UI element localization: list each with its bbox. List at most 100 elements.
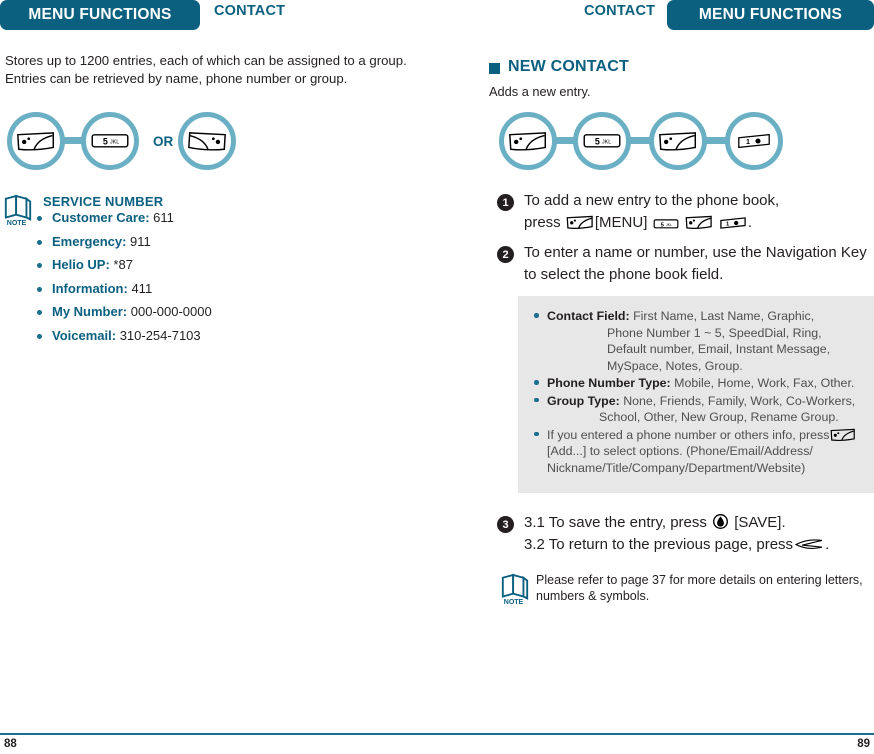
service-value: 911: [130, 233, 151, 249]
key-circle-5jkl: 5 JKL: [81, 112, 139, 170]
right-soft-key-icon: [188, 131, 226, 151]
footer-rule: [0, 733, 874, 735]
left-soft-key-icon: [17, 131, 54, 151]
page-number-left: 88: [4, 738, 17, 750]
step-1-line2-suffix: .: [747, 214, 753, 231]
svg-text:5: 5: [595, 137, 600, 147]
detail-cont: MySpace, Notes, Group.: [607, 358, 743, 373]
number-key-5-icon: 5 JKL: [91, 134, 129, 148]
step-1-line1: To add a new entry to the phone book,: [524, 192, 780, 209]
section-title-label: NEW CONTACT: [508, 58, 629, 75]
list-item: Contact Field: First Name, Last Name, Gr…: [534, 308, 870, 374]
step-2-text: To enter a name or number, use the Navig…: [524, 242, 874, 286]
left-key-sequence: 5 JKL OR: [5, 112, 245, 178]
service-label: Emergency:: [52, 233, 127, 249]
right-key-sequence: 5 JKL 1: [497, 112, 797, 178]
step-2-line1: To enter a name or number, use the Navig…: [524, 244, 867, 261]
note-book-icon: NOTE: [501, 573, 529, 606]
number-key-5-icon: 5 JKL: [583, 134, 621, 148]
service-value: *87: [113, 257, 133, 273]
detail-label: Phone Number Type:: [547, 376, 671, 390]
key-connector: [704, 137, 726, 144]
list-item: Information: 411: [37, 280, 212, 296]
page-number-right: 89: [857, 738, 870, 750]
left-intro-text: Stores up to 1200 entries, each of which…: [5, 53, 407, 86]
service-label: Customer Care:: [52, 210, 150, 225]
service-label: Information:: [52, 280, 128, 296]
note-book-icon: NOTE: [4, 194, 32, 227]
section-subtitle: Adds a new entry.: [489, 84, 591, 99]
service-number-list: Customer Care: 611 Emergency: 911 Helio …: [37, 211, 212, 353]
detail-cont: Default number, Email, Instant Message,: [607, 342, 831, 356]
key-circle-left-soft-1: [499, 112, 557, 170]
detail-value: If you entered a phone number or others …: [547, 427, 830, 442]
manual-spread: MENU FUNCTIONS CONTACT Stores up to 1200…: [0, 0, 874, 754]
left-header-bar-label: MENU FUNCTIONS: [28, 6, 172, 23]
list-item: Phone Number Type: Mobile, Home, Work, F…: [534, 375, 870, 392]
svg-text:5: 5: [103, 137, 108, 147]
section-title: NEW CONTACT: [489, 58, 629, 76]
back-clear-key-icon: [794, 539, 823, 549]
right-header-bar: MENU FUNCTIONS: [667, 0, 874, 30]
step-number-1: 1: [497, 194, 514, 211]
detail-cont: [Add...] to select options. (Phone/Email…: [547, 444, 813, 458]
detail-cont: Nickname/Title/Company/Department/Websit…: [547, 460, 806, 475]
detail-value: First Name, Last Name, Graphic,: [633, 309, 815, 323]
svg-text:JKL: JKL: [666, 223, 672, 227]
service-number-title: SERVICE NUMBER: [43, 194, 164, 209]
step-1-line2-prefix: press: [524, 214, 561, 231]
detail-value: None, Friends, Family, Work, Co-Workers,: [623, 393, 856, 408]
key-circle-1: 1: [725, 112, 783, 170]
left-soft-key-icon: [566, 215, 593, 229]
step-number-3-label: 3: [502, 518, 509, 531]
detail-cont: Phone Number 1 ~ 5, SpeedDial, Ring,: [607, 325, 822, 340]
key-circle-left-soft-2: [649, 112, 707, 170]
detail-label: Group Type:: [547, 393, 620, 408]
ok-select-key-icon: [713, 514, 729, 529]
right-header-bar-label: MENU FUNCTIONS: [698, 6, 843, 23]
left-header-side-label: CONTACT: [214, 3, 286, 19]
service-value: 411: [131, 280, 153, 296]
list-item: Customer Care: 611: [37, 211, 212, 225]
list-item: My Number: 000-000-0000: [37, 305, 212, 319]
key-circle-left-soft: [7, 112, 65, 170]
step-1-text: To add a new entry to the phone book, pr…: [524, 190, 874, 234]
service-label: My Number:: [52, 304, 128, 320]
left-soft-key-icon: [509, 131, 546, 151]
step-3-text: 3.1 To save the entry, press [SAVE]. 3.2…: [524, 512, 874, 556]
list-item: Voicemail: 310-254-7103: [37, 327, 212, 343]
step-3-line2-a: 3.2 To return to the previous page, pres…: [524, 536, 794, 553]
svg-text:JKL: JKL: [602, 140, 611, 146]
detail-label: Contact Field:: [547, 309, 630, 323]
step-1-menu-label: [MENU]: [594, 214, 648, 231]
left-soft-key-icon: [830, 428, 856, 441]
step-3-line1-b: [SAVE].: [734, 514, 786, 531]
svg-text:JKL: JKL: [110, 140, 119, 146]
service-label: Helio UP:: [52, 257, 110, 273]
key-circle-right-soft: [178, 112, 236, 170]
step-number-3: 3: [497, 516, 514, 533]
svg-text:NOTE: NOTE: [504, 599, 524, 606]
step-2-line2: to select the phone book field.: [524, 266, 724, 283]
detail-value: Mobile, Home, Work, Fax, Other.: [674, 376, 855, 390]
number-key-1-icon: 1: [738, 133, 770, 149]
svg-text:1: 1: [746, 137, 750, 146]
number-key-5-icon: 5 JKL: [653, 219, 678, 229]
step-3-line1-a: 3.1 To save the entry, press: [524, 514, 707, 531]
list-item: If you entered a phone number or others …: [534, 427, 870, 477]
details-list: Contact Field: First Name, Last Name, Gr…: [534, 308, 870, 477]
left-soft-key-icon: [659, 131, 696, 151]
service-value: 000-000-0000: [130, 304, 212, 320]
step-number-1-label: 1: [502, 196, 509, 209]
list-item: Emergency: 911: [37, 233, 212, 249]
or-label: OR: [153, 134, 174, 149]
key-connector: [628, 137, 650, 144]
step-3-line2-b: .: [825, 536, 830, 553]
right-header-side-label: CONTACT: [584, 3, 656, 19]
svg-text:NOTE: NOTE: [7, 220, 27, 227]
service-value: 611: [153, 210, 174, 225]
bottom-note-text: Please refer to page 37 for more details…: [536, 573, 863, 603]
step-number-2-label: 2: [502, 248, 509, 261]
left-header-bar: MENU FUNCTIONS: [0, 0, 200, 30]
service-label: Voicemail:: [52, 327, 117, 343]
